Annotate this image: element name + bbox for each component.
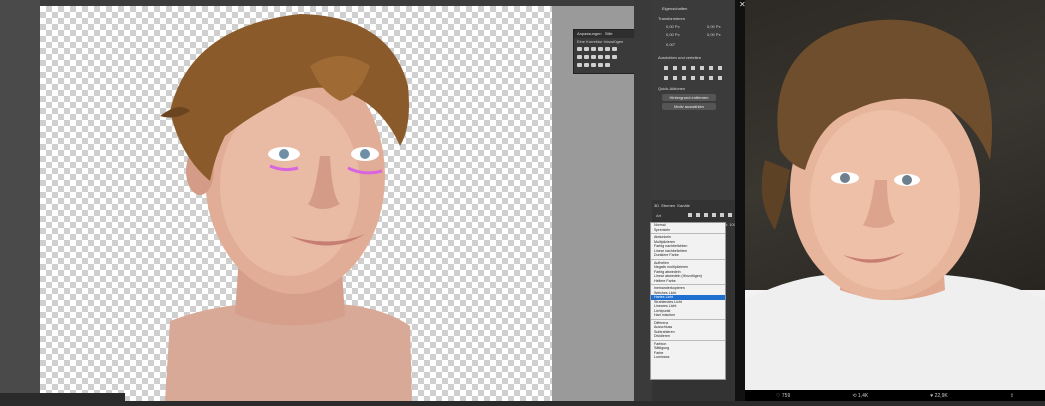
heart-icon: ♥ (930, 392, 934, 399)
blend-mode-option[interactable]: Dividieren (651, 334, 725, 339)
select-subject-button[interactable]: Motiv auswählen (662, 103, 716, 110)
reference-photo (745, 0, 1045, 390)
angle-field[interactable]: 0,00° (666, 42, 675, 47)
share-icon: ⇪ (1009, 392, 1014, 399)
retweet-icon: ⟲ (852, 392, 857, 399)
distribute-icons[interactable] (664, 76, 724, 80)
tab-adjustments[interactable]: Anpassungen (577, 31, 601, 36)
transform-section: Transformieren (658, 16, 685, 21)
tab-layers[interactable]: Ebenen (661, 203, 675, 208)
blend-mode-separator (651, 284, 725, 285)
like-action[interactable]: ♥ 22,9K (930, 393, 947, 399)
3d-face-render (160, 14, 412, 401)
y-field[interactable]: 0,00 Px (707, 32, 721, 37)
blend-mode-option[interactable]: Hart mischen (651, 313, 725, 318)
share-action[interactable]: ⇪ (1010, 393, 1014, 399)
properties-panel: Eigenschaften Transformieren 0,00 Px 0,0… (652, 0, 745, 200)
blend-mode-separator (651, 233, 725, 234)
remove-background-button[interactable]: Hintergrund entfernen (662, 94, 716, 101)
blend-mode-option[interactable]: Hellere Farbe (651, 279, 725, 284)
blend-mode-option[interactable]: Dunklere Farbe (651, 253, 725, 258)
blend-mode-dropdown[interactable]: Normal Sprenkeln Abdunkeln Multiplizieren Fa… (650, 222, 726, 380)
blend-mode-separator (651, 318, 725, 320)
blend-mode-separator (651, 339, 725, 341)
blend-mode-separator (651, 258, 725, 260)
blend-mode-option[interactable]: Luminanz (651, 355, 725, 360)
adjustment-icons-row-1[interactable] (574, 45, 638, 53)
layer-filter-kind[interactable]: Art (656, 213, 661, 218)
tweet-action-bar: ♡ 759 ⟲ 1,4K ♥ 22,9K ⇪ (745, 390, 1045, 401)
align-section: Ausrichten und verteilen (658, 55, 701, 60)
adjustment-icons-row-3[interactable] (574, 61, 638, 69)
split-divider (735, 0, 745, 401)
w-field[interactable]: 0,00 Px (666, 24, 680, 29)
reply-action[interactable]: ♡ 759 (776, 393, 790, 399)
adjustment-icons-row-2[interactable] (574, 53, 638, 61)
align-icons[interactable] (664, 66, 724, 70)
layer-filter-icons[interactable] (688, 213, 738, 217)
x-field[interactable]: 0,00 Px (707, 24, 721, 29)
document-canvas[interactable] (40, 6, 552, 401)
tab-channels[interactable]: Kanäle (677, 203, 689, 208)
h-field[interactable]: 0,00 Px (666, 32, 680, 37)
person-photo (745, 19, 1045, 390)
adjustments-panel[interactable]: Anpassungen Stile Eine Korrektur hinzufü… (573, 29, 639, 74)
left-toolbar[interactable] (0, 0, 40, 401)
tab-3d[interactable]: 3D (654, 203, 659, 208)
reply-icon: ♡ (776, 392, 781, 399)
tab-properties[interactable]: Eigenschaften (662, 6, 687, 11)
adjustments-caption: Eine Korrektur hinzufügen (577, 39, 624, 44)
quick-actions-section: Quick-Aktionen (658, 86, 686, 91)
blend-mode-option[interactable]: Sprenkeln (651, 228, 725, 233)
retweet-action[interactable]: ⟲ 1,4K (852, 393, 868, 399)
tab-styles[interactable]: Stile (605, 31, 613, 36)
status-bar (0, 393, 125, 401)
